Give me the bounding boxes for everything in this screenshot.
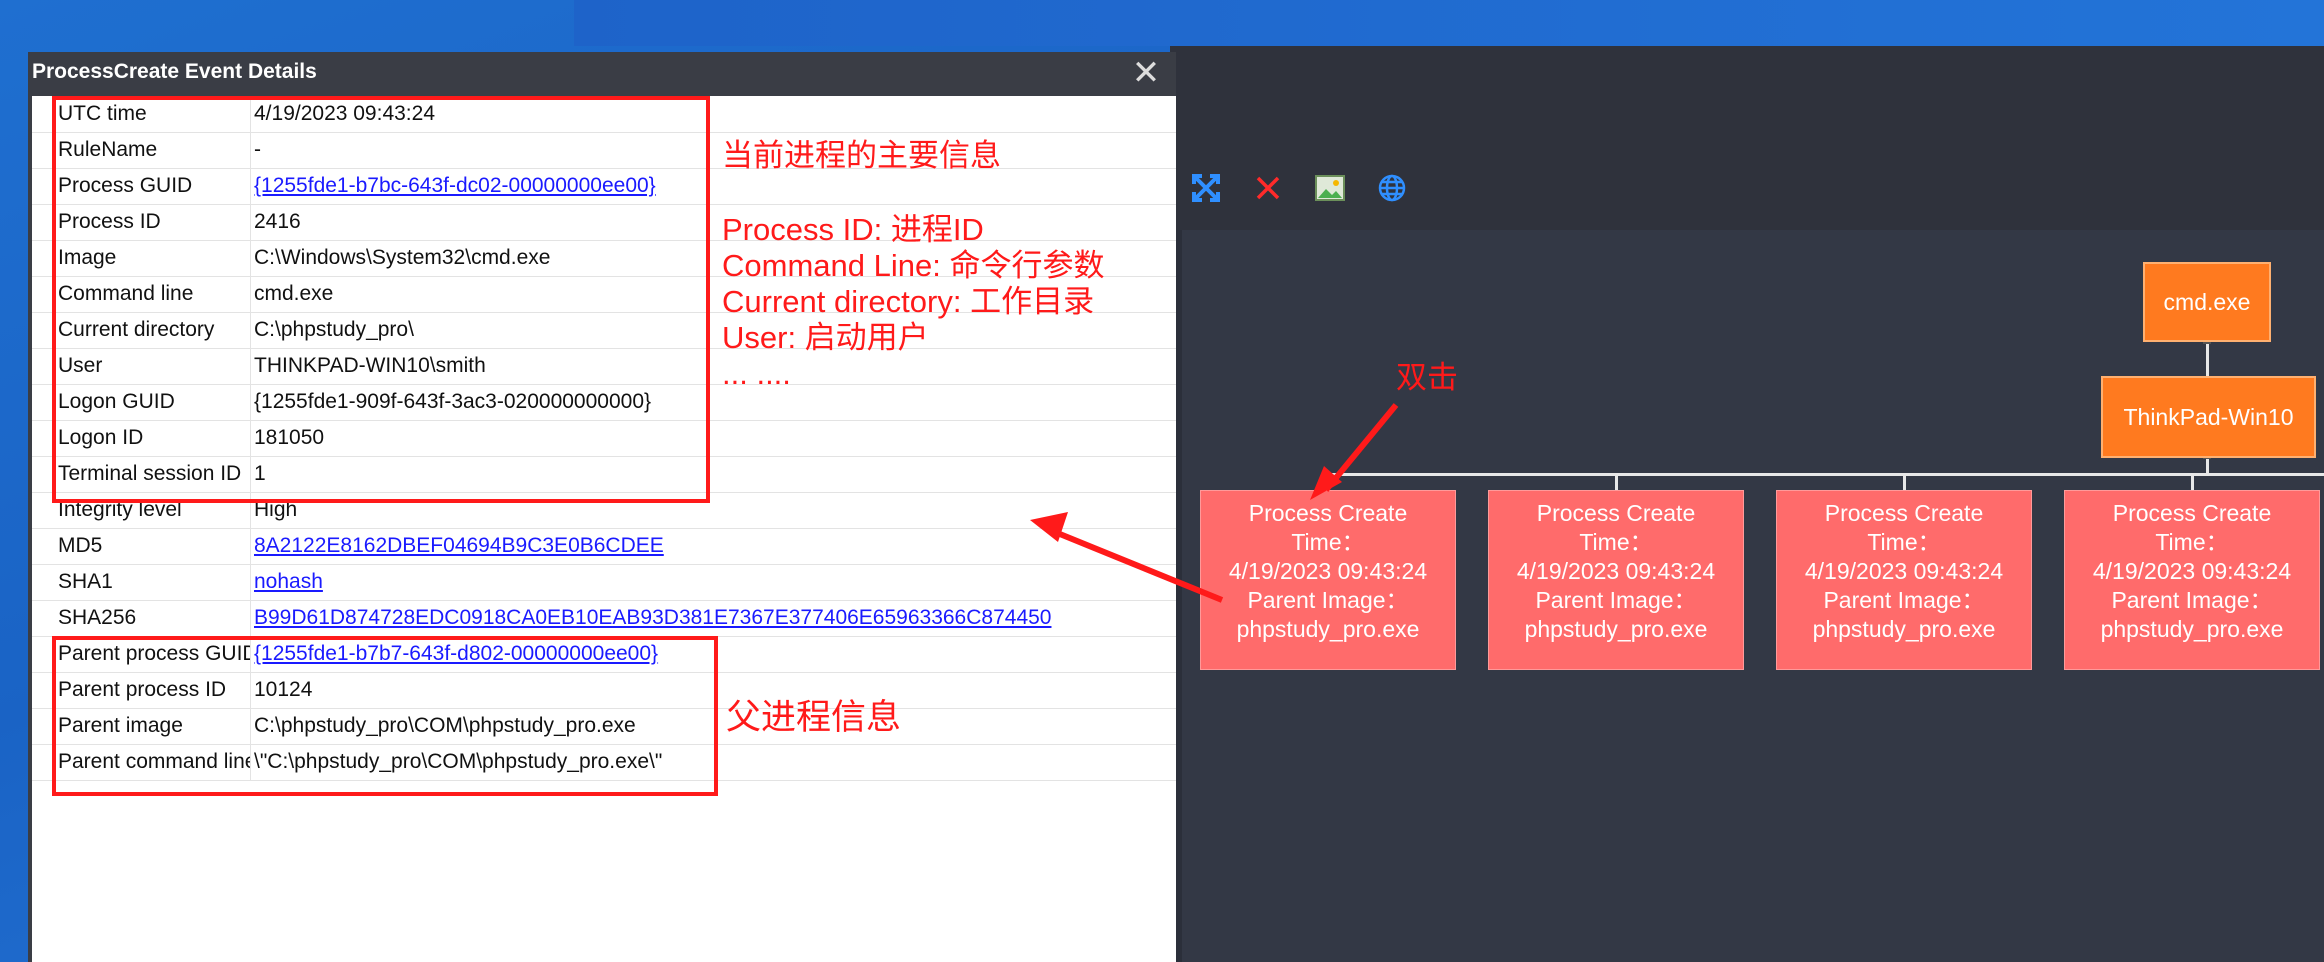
arrow-head-double-click (1310, 466, 1342, 500)
arrow-line-to-dialog (1048, 527, 1224, 603)
annotation-arrows (1030, 403, 1399, 603)
